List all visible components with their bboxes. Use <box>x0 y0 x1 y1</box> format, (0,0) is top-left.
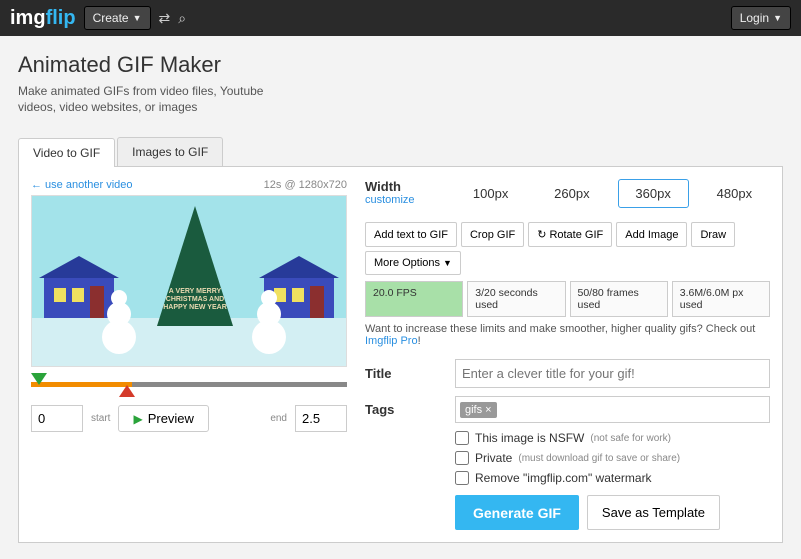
nsfw-paren: (not safe for work) <box>590 433 671 444</box>
top-nav: imgflip Create▼ ⇄ ⌕ Login▼ <box>0 0 801 36</box>
watermark-row: Remove "imgflip.com" watermark <box>455 471 770 485</box>
width-option-480[interactable]: 480px <box>699 179 770 208</box>
stat-frames: 50/80 frames used <box>570 281 668 317</box>
trim-slider[interactable] <box>31 373 347 395</box>
create-button[interactable]: Create▼ <box>84 6 151 30</box>
stat-seconds: 3/20 seconds used <box>467 281 565 317</box>
right-column: Width customize 100px 260px 360px 480px … <box>365 179 770 530</box>
watermark-checkbox[interactable] <box>455 471 469 485</box>
slider-end-handle[interactable] <box>119 385 135 397</box>
private-checkbox[interactable] <box>455 451 469 465</box>
width-label: Width <box>365 179 445 194</box>
page-title: Animated GIF Maker <box>18 52 783 78</box>
crop-button[interactable]: Crop GIF <box>461 222 524 247</box>
tool-row: Add text to GIF Crop GIF ↻Rotate GIF Add… <box>365 222 770 275</box>
start-label: start <box>91 413 110 424</box>
private-paren: (must download gif to save or share) <box>518 453 680 464</box>
add-text-button[interactable]: Add text to GIF <box>365 222 457 247</box>
add-image-button[interactable]: Add Image <box>616 222 687 247</box>
start-input[interactable] <box>31 405 83 432</box>
rotate-button[interactable]: ↻Rotate GIF <box>528 222 612 247</box>
tabs: Video to GIF Images to GIF <box>18 137 783 167</box>
save-template-button[interactable]: Save as Template <box>587 495 720 530</box>
width-option-100[interactable]: 100px <box>455 179 526 208</box>
end-label: end <box>270 413 287 424</box>
caret-down-icon: ▼ <box>773 13 782 23</box>
stat-px: 3.6M/6.0M px used <box>672 281 770 317</box>
draw-button[interactable]: Draw <box>691 222 735 247</box>
caret-down-icon: ▼ <box>443 258 452 268</box>
tags-label: Tags <box>365 402 445 417</box>
page: Animated GIF Maker Make animated GIFs fr… <box>0 36 801 559</box>
remove-tag-icon[interactable]: × <box>485 404 491 416</box>
title-row: Title <box>365 359 770 388</box>
generate-button[interactable]: Generate GIF <box>455 495 579 530</box>
slider-start-handle[interactable] <box>31 373 47 385</box>
pro-link[interactable]: Imgflip Pro <box>365 335 418 347</box>
video-preview[interactable]: A VERY MERRY CHRISTMAS AND HAPPY NEW YEA… <box>31 195 347 367</box>
private-row: Private (must download gif to save or sh… <box>455 451 770 465</box>
title-label: Title <box>365 366 445 381</box>
nsfw-label: This image is NSFW <box>475 431 584 445</box>
use-another-video-link[interactable]: ← use another video <box>31 179 133 191</box>
customize-link[interactable]: customize <box>365 194 445 206</box>
tags-input[interactable]: gifs× <box>455 396 770 423</box>
tab-images-to-gif[interactable]: Images to GIF <box>117 137 223 166</box>
video-meta: 12s @ 1280x720 <box>264 179 347 191</box>
limits-hint: Want to increase these limits and make s… <box>365 323 770 347</box>
width-row: Width customize 100px 260px 360px 480px <box>365 179 770 208</box>
caret-down-icon: ▼ <box>133 13 142 23</box>
nsfw-row: This image is NSFW (not safe for work) <box>455 431 770 445</box>
play-icon: ▶ <box>133 412 142 426</box>
brand-logo[interactable]: imgflip <box>10 7 76 30</box>
search-icon[interactable]: ⌕ <box>178 10 186 27</box>
more-options-button[interactable]: More Options▼ <box>365 251 461 275</box>
page-subtitle: Make animated GIFs from video files, You… <box>18 84 298 115</box>
width-option-360[interactable]: 360px <box>618 179 689 208</box>
tab-video-to-gif[interactable]: Video to GIF <box>18 138 115 167</box>
nav-left: imgflip Create▼ ⇄ ⌕ <box>10 6 186 30</box>
login-button[interactable]: Login▼ <box>731 6 791 30</box>
end-input[interactable] <box>295 405 347 432</box>
preview-button[interactable]: ▶Preview <box>118 405 208 432</box>
tag-chip[interactable]: gifs× <box>460 402 497 418</box>
left-column: ← use another video 12s @ 1280x720 A VER… <box>31 179 347 530</box>
editor-panel: ← use another video 12s @ 1280x720 A VER… <box>18 167 783 543</box>
watermark-label: Remove "imgflip.com" watermark <box>475 471 652 485</box>
nsfw-checkbox[interactable] <box>455 431 469 445</box>
time-controls: start ▶Preview end <box>31 405 347 432</box>
title-input[interactable] <box>455 359 770 388</box>
generate-row: Generate GIF Save as Template <box>455 495 770 530</box>
rotate-icon: ↻ <box>537 228 546 241</box>
stat-fps: 20.0 FPS <box>365 281 463 317</box>
tags-row: Tags gifs× <box>365 396 770 423</box>
width-option-260[interactable]: 260px <box>536 179 607 208</box>
stats-row: 20.0 FPS 3/20 seconds used 50/80 frames … <box>365 281 770 317</box>
private-label: Private <box>475 451 512 465</box>
shuffle-icon[interactable]: ⇄ <box>159 10 171 27</box>
